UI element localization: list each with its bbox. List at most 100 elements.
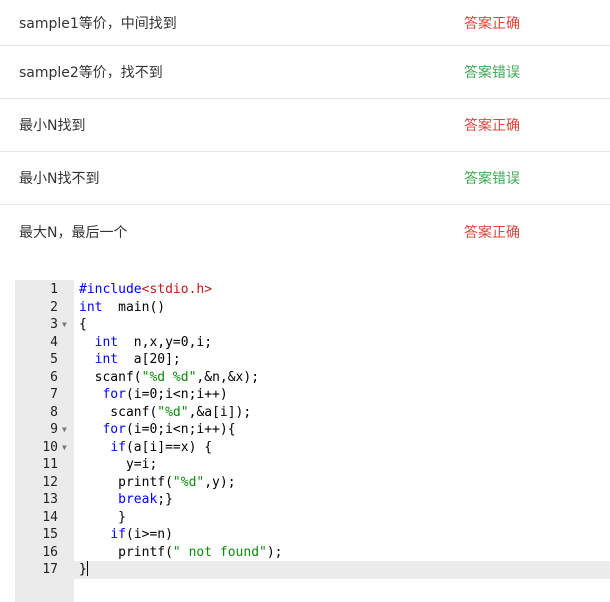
line-number: 9 [50, 422, 58, 437]
test-case-name: sample2等价，找不到 [19, 65, 163, 81]
code-text: scanf("%d %d",&n,&x); [79, 369, 259, 387]
code-token: for [102, 422, 126, 437]
line-number: 5 [50, 352, 58, 367]
code-token: ); [266, 544, 283, 560]
test-case-name: 最小N找到 [19, 118, 86, 134]
test-case-result: 答案错误 [464, 171, 520, 187]
code-token: } [79, 509, 126, 525]
code-token: if [110, 439, 126, 455]
code-token: ;} [157, 492, 173, 507]
line-number: 15 [42, 527, 58, 542]
text-cursor [86, 561, 88, 576]
code-token: (a[i]==x) { [125, 439, 213, 455]
line-number: 8 [50, 404, 58, 420]
code-token: break [118, 492, 158, 507]
code-token: printf( [79, 544, 173, 560]
code-token: <stdio.h> [141, 282, 213, 297]
code-text: break;} [79, 491, 173, 509]
code-line[interactable]: 7 for(i=0;i<n;i++) [15, 386, 610, 404]
code-line[interactable]: 14 } [15, 509, 610, 527]
test-case-row: 最小N找到 答案正确 [0, 99, 610, 152]
code-line[interactable]: 1 #include<stdio.h> [15, 281, 610, 299]
line-number: 12 [42, 474, 58, 490]
code-token: (i>=n) [125, 527, 173, 542]
fold-toggle-icon[interactable]: ▼ [62, 316, 67, 334]
test-case-name: 最大N，最后一个 [19, 225, 128, 241]
code-line[interactable]: 12 printf("%d",y); [15, 474, 610, 492]
test-case-result: 答案正确 [464, 225, 520, 241]
code-token: a[20]; [118, 352, 181, 367]
code-token: "%d" [172, 474, 205, 490]
code-text: printf(" not found"); [79, 544, 283, 562]
line-number: 4 [50, 334, 58, 350]
fold-toggle-icon[interactable]: ▼ [62, 421, 67, 439]
code-token: scanf( [79, 404, 158, 420]
code-token: #include [79, 282, 142, 297]
code-token: (i=0;i<n;i++){ [125, 422, 236, 437]
line-number: 14 [42, 509, 58, 525]
line-number: 6 [50, 369, 58, 385]
code-line[interactable]: 11 y=i; [15, 456, 610, 474]
code-text: scanf("%d",&a[i]); [79, 404, 251, 422]
code-token: n,x,y=0,i; [118, 334, 213, 350]
code-editor[interactable]: 1 #include<stdio.h> 2 int main() 3 ▼ {4 int n,… [15, 280, 610, 602]
code-token: "%d %d" [141, 369, 197, 385]
code-line[interactable]: 10 ▼ if(a[i]==x) { [15, 439, 610, 457]
test-case-name: sample1等价，中间找到 [19, 15, 177, 32]
line-number: 2 [50, 299, 58, 315]
code-token: for [102, 387, 126, 402]
test-case-result: 答案错误 [464, 65, 520, 81]
test-case-row: 最小N找不到 答案错误 [0, 152, 610, 205]
code-line[interactable]: 17} [15, 561, 610, 579]
code-line[interactable]: 9 ▼ for(i=0;i<n;i++){ [15, 421, 610, 439]
code-line[interactable]: 4 int n,x,y=0,i; [15, 334, 610, 352]
code-token: (i=0;i<n;i++) [125, 387, 228, 402]
code-text: { [79, 316, 87, 334]
line-number: 3 [50, 317, 58, 332]
code-text: for(i=0;i<n;i++){ [79, 421, 236, 439]
code-text: y=i; [79, 456, 157, 474]
code-token: " not found" [172, 544, 267, 560]
fold-toggle-icon[interactable]: ▼ [62, 439, 67, 457]
test-case-result: 答案正确 [464, 118, 520, 134]
code-line[interactable]: 8 scanf("%d",&a[i]); [15, 404, 610, 422]
line-number: 10 [42, 439, 58, 455]
code-token: int [79, 299, 103, 315]
code-text: if(i>=n) [79, 526, 173, 544]
code-text: for(i=0;i<n;i++) [79, 386, 228, 404]
line-number: 7 [50, 387, 58, 402]
code-text: int a[20]; [79, 351, 181, 369]
code-line[interactable]: 13 break;} [15, 491, 610, 509]
code-line[interactable]: 16 printf(" not found"); [15, 544, 610, 562]
code-token: y=i; [79, 457, 158, 472]
code-line[interactable]: 15 if(i>=n) [15, 526, 610, 544]
code-text: } [79, 509, 126, 527]
code-token: ,&a[i]); [188, 404, 252, 420]
test-case-row: 最大N，最后一个 答案正确 [0, 205, 610, 259]
code-token: ,&n,&x); [196, 369, 260, 385]
code-text: int n,x,y=0,i; [79, 334, 212, 352]
code-token: "%d" [157, 404, 189, 420]
code-line[interactable]: 5 int a[20]; [15, 351, 610, 369]
test-case-name: 最小N找不到 [19, 171, 100, 187]
line-number: 16 [42, 544, 58, 560]
code-line[interactable]: 3 ▼ { [15, 316, 610, 334]
code-lines[interactable]: 1 #include<stdio.h> 2 int main() 3 ▼ {4 int n,… [15, 281, 610, 579]
line-number: 17 [42, 562, 58, 577]
code-token: if [110, 527, 126, 542]
code-token: } [79, 562, 87, 577]
code-text: } [79, 561, 88, 579]
code-line[interactable]: 2 int main() [15, 299, 610, 317]
code-text: int main() [79, 299, 165, 317]
test-case-row: sample1等价，中间找到 答案正确 [0, 0, 610, 46]
code-line[interactable]: 6 scanf("%d %d",&n,&x); [15, 369, 610, 387]
code-token: int [94, 352, 119, 367]
test-results-table: sample1等价，中间找到 答案正确 sample2等价，找不到 答案错误 最… [0, 0, 610, 259]
test-case-result: 答案正确 [464, 15, 520, 32]
line-number: 11 [42, 457, 58, 472]
code-token: main() [102, 299, 166, 315]
